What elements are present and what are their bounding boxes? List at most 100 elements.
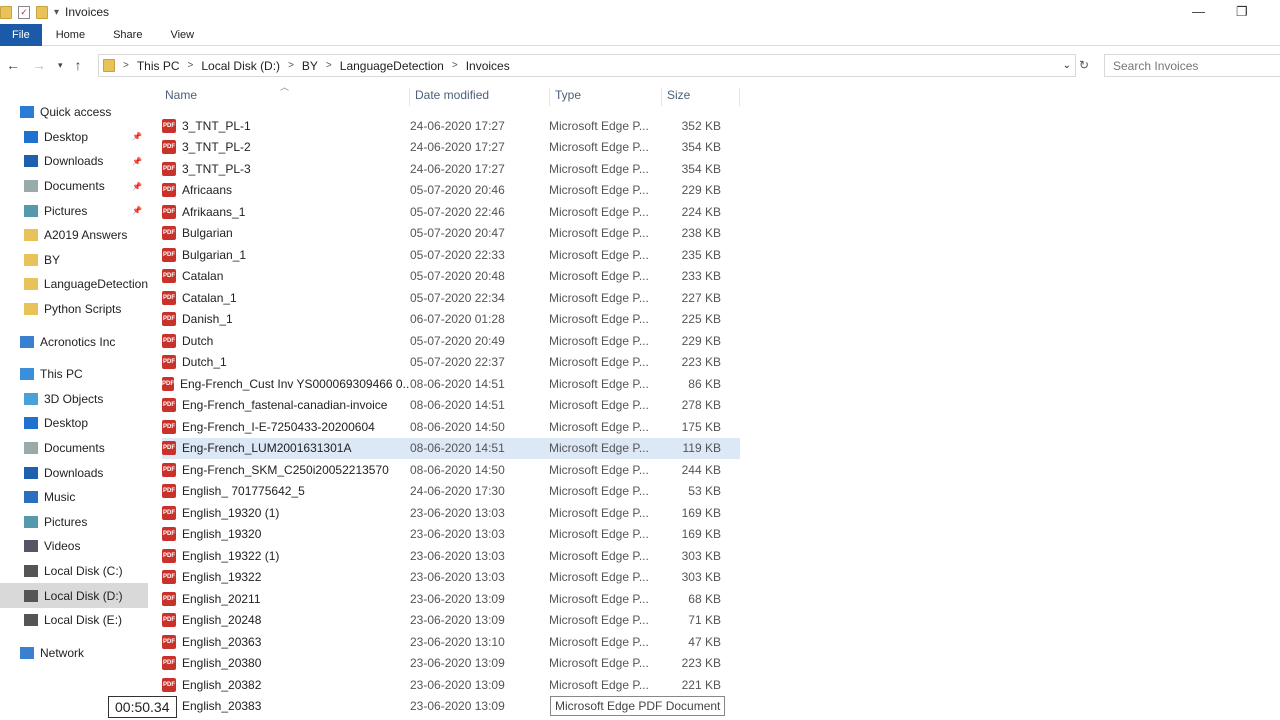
pdf-file-icon: PDF [162,591,176,606]
file-row[interactable]: PDF Danish_1 06-07-2020 01:28 Microsoft Edg… [162,309,740,331]
file-row[interactable]: PDF 3_TNT_PL-1 24-06-2020 17:27 Microsoft E… [162,115,740,137]
file-size: 224 KB [681,204,721,219]
recent-locations-button[interactable]: ▾ [58,60,63,71]
back-button[interactable]: ← [6,57,20,73]
sidebar-item-music[interactable]: Music [0,485,148,510]
file-row[interactable]: PDF English_19322 23-06-2020 13:03 Microsof… [162,567,740,589]
file-row[interactable]: PDF Catalan_1 05-07-2020 22:34 Microsoft Ed… [162,287,740,309]
sidebar-item-3d-objects[interactable]: 3D Objects [0,387,148,412]
file-row[interactable]: PDF Eng-French_SKM_C250i20052213570 08-06-… [162,459,740,481]
sidebar-item-acronotics-inc[interactable]: Acronotics Inc [0,329,148,354]
sidebar-item-documents[interactable]: Documents 📌 [0,174,148,199]
file-row[interactable]: PDF Africaans 05-07-2020 20:46 Microsoft Ed… [162,180,740,202]
pdf-file-icon: PDF [162,570,176,585]
sidebar-item-local-disk-e[interactable]: Local Disk (E:) [0,608,148,633]
pin-icon[interactable]: 📌 [132,182,142,191]
file-list: PDF 3_TNT_PL-1 24-06-2020 17:27 Microsoft E… [162,115,740,717]
minimize-button[interactable]: — [1192,4,1205,19]
pin-icon[interactable]: 📌 [132,157,142,166]
properties-icon[interactable]: ✓ [18,5,30,19]
file-row[interactable]: PDF Bulgarian_1 05-07-2020 22:33 Microsoft … [162,244,740,266]
up-button[interactable]: ↑ [75,57,82,73]
pin-icon[interactable]: 📌 [132,132,142,141]
customize-toolbar-icon[interactable]: ▾ [54,7,59,18]
file-date: 06-07-2020 01:28 [410,312,505,327]
file-row[interactable]: PDF English_ 701775642_5 24-06-2020 17:30 M… [162,481,740,503]
sidebar-item-label: Music [44,490,76,505]
tab-share[interactable]: Share [99,24,156,46]
sidebar-item-a2019-answers[interactable]: A2019 Answers [0,223,148,248]
file-name: English_20380 [182,656,262,671]
forward-button[interactable]: → [32,57,46,73]
sidebar-item-local-disk-c[interactable]: Local Disk (C:) [0,559,148,584]
file-row[interactable]: PDF English_19322 (1) 23-06-2020 13:03 Micr… [162,545,740,567]
sidebar-item-pictures[interactable]: Pictures [0,510,148,535]
search-input[interactable]: Search Invoices [1104,54,1280,77]
column-date-modified[interactable]: Date modified [410,88,550,106]
file-row[interactable]: PDF 3_TNT_PL-2 24-06-2020 17:27 Microsoft E… [162,137,740,159]
pdf-file-icon: PDF [162,634,176,649]
breadcrumb-by[interactable]: BY [302,59,318,73]
network-icon [20,646,34,659]
sidebar-item-python-scripts[interactable]: Python Scripts [0,297,148,322]
file-size: 278 KB [681,398,721,413]
breadcrumb-local-disk-d[interactable]: Local Disk (D:) [201,59,280,73]
sidebar-item-pictures[interactable]: Pictures 📌 [0,198,148,223]
file-size: 86 KB [688,376,721,391]
address-dropdown[interactable]: ⌄ [1063,60,1071,71]
sidebar-item-videos[interactable]: Videos [0,534,148,559]
sidebar-item-languagedetection[interactable]: LanguageDetection [0,272,148,297]
file-row[interactable]: PDF Catalan 05-07-2020 20:48 Microsoft Edge… [162,266,740,288]
sidebar-item-desktop[interactable]: Desktop 📌 [0,125,148,150]
file-name-cell: PDF English_20380 [162,656,410,671]
sidebar-item-desktop[interactable]: Desktop [0,411,148,436]
restore-button[interactable]: ❐ [1236,4,1248,20]
file-row[interactable]: PDF Afrikaans_1 05-07-2020 22:46 Microsoft … [162,201,740,223]
tab-view[interactable]: View [156,24,208,46]
file-row[interactable]: PDF 3_TNT_PL-3 24-06-2020 17:27 Microsoft E… [162,158,740,180]
file-row[interactable]: PDF English_19320 23-06-2020 13:03 Microsof… [162,524,740,546]
file-row[interactable]: PDF Dutch_1 05-07-2020 22:37 Microsoft Edge… [162,352,740,374]
sidebar-item-by[interactable]: BY [0,248,148,273]
breadcrumb-languagedetection[interactable]: LanguageDetection [340,59,444,73]
sidebar-item-local-disk-d[interactable]: Local Disk (D:) [0,583,148,608]
file-row[interactable]: PDF Eng-French_I-E-7250433-20200604 08-06-… [162,416,740,438]
sidebar-item-documents[interactable]: Documents [0,436,148,461]
sidebar-item-downloads[interactable]: Downloads 📌 [0,149,148,174]
column-size[interactable]: Size [662,88,740,106]
file-name: English_19322 (1) [182,548,280,563]
file-name-cell: PDF Africaans [162,183,410,198]
file-row[interactable]: PDF Bulgarian 05-07-2020 20:47 Microsoft Ed… [162,223,740,245]
file-row[interactable]: PDF Eng-French_Cust Inv YS000069309466 0.… [162,373,740,395]
breadcrumb-this-pc[interactable]: This PC [137,59,180,73]
file-size: 352 KB [681,118,721,133]
file-row[interactable]: PDF English_20363 23-06-2020 13:10 Microsof… [162,631,740,653]
breadcrumb-invoices[interactable]: Invoices [466,59,510,73]
pdf-file-icon: PDF [162,613,176,628]
address-bar[interactable]: > This PC > Local Disk (D:) > BY > LanguageD… [98,54,1076,77]
file-row[interactable]: PDF English_19320 (1) 23-06-2020 13:03 Micr… [162,502,740,524]
file-row[interactable]: PDF Eng-French_fastenal-canadian-invoice 0… [162,395,740,417]
file-name-cell: PDF Eng-French_Cust Inv YS000069309466 0.… [162,376,410,391]
tab-file[interactable]: File [0,23,42,46]
pdf-file-icon: PDF [162,462,176,477]
sidebar-item-label: Pictures [44,514,88,529]
pin-icon[interactable]: 📌 [132,206,142,215]
sidebar-item-this-pc[interactable]: This PC [0,362,148,387]
pictures-icon [24,515,38,528]
file-name-cell: PDFEnglish_20383 [162,699,410,714]
file-row[interactable]: PDF Dutch 05-07-2020 20:49 Microsoft Edge P… [162,330,740,352]
tab-home[interactable]: Home [42,24,99,46]
new-folder-icon[interactable] [36,5,48,19]
sidebar-item-quick-access[interactable]: Quick access [0,100,148,125]
file-row[interactable]: PDF Eng-French_LUM2001631301A 08-06-2020 1… [162,437,740,459]
file-row[interactable]: PDF English_20248 23-06-2020 13:09 Microsof… [162,610,740,632]
file-row[interactable]: PDF English_20380 23-06-2020 13:09 Microsof… [162,653,740,675]
column-type[interactable]: Type [550,88,662,106]
refresh-button[interactable]: ↻ [1079,58,1089,72]
sidebar-item-downloads[interactable]: Downloads [0,460,148,485]
file-name: English_19320 (1) [182,505,280,520]
file-row[interactable]: PDF English_20211 23-06-2020 13:09 Microsof… [162,588,740,610]
file-row[interactable]: PDF English_20382 23-06-2020 13:09 Microsof… [162,674,740,696]
sidebar-item-network[interactable]: Network [0,640,148,665]
